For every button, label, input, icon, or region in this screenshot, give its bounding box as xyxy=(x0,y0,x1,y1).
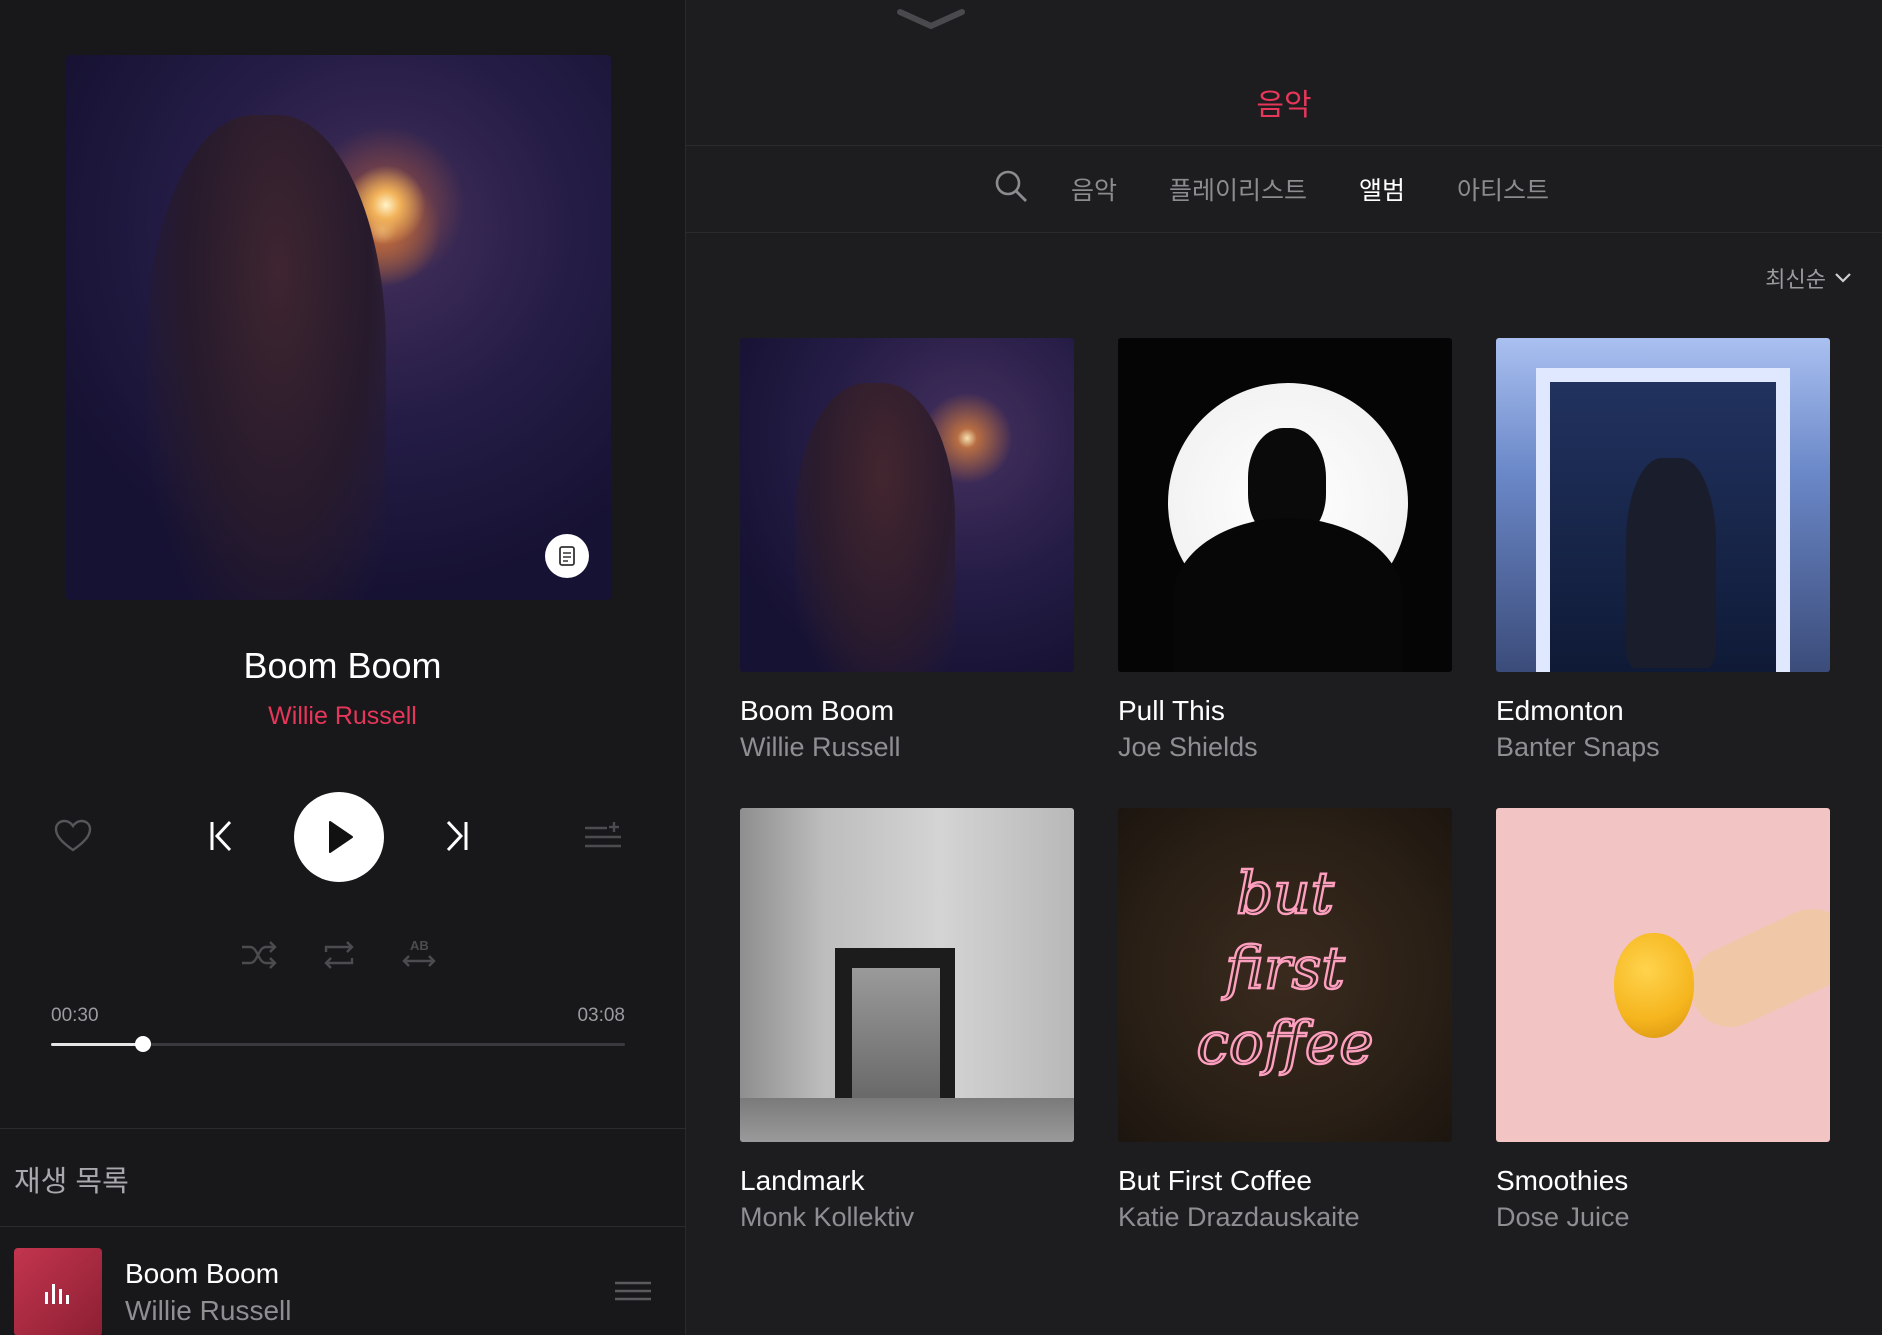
sort-label: 최신순 xyxy=(1765,267,1826,292)
tabs-divider xyxy=(686,232,1882,233)
album-artist: Dose Juice xyxy=(1496,1202,1630,1232)
album-card[interactable]: Landmark Monk Kollektiv xyxy=(740,808,1074,1232)
repeat-icon xyxy=(324,941,354,969)
album-title: Pull This xyxy=(1118,695,1225,726)
album-title: Smoothies xyxy=(1496,1165,1629,1196)
tab-music[interactable]: 음악 xyxy=(1071,171,1117,207)
album-cover xyxy=(1496,338,1830,672)
sort-dropdown[interactable]: 최신순 xyxy=(1765,262,1852,294)
album-cover xyxy=(740,808,1074,1142)
album-cover xyxy=(1496,808,1830,1142)
progress-knob[interactable] xyxy=(134,1036,151,1052)
queue-header-divider xyxy=(0,1226,685,1227)
album-cover xyxy=(740,338,1074,672)
repeat-button[interactable] xyxy=(318,935,360,975)
add-to-queue-icon xyxy=(585,822,621,848)
total-duration: 03:08 xyxy=(577,1005,625,1026)
search-icon xyxy=(995,170,1027,202)
album-card[interactable]: Edmonton Banter Snaps xyxy=(1496,338,1830,762)
skip-previous-icon xyxy=(210,820,232,852)
album-artist: Monk Kollektiv xyxy=(740,1202,915,1232)
progress-slider[interactable] xyxy=(51,1036,625,1052)
heart-icon xyxy=(54,819,92,852)
progress-fill xyxy=(51,1043,143,1046)
queue-item-artist: Willie Russell xyxy=(125,1295,292,1326)
play-button[interactable] xyxy=(294,792,384,882)
collapse-button[interactable] xyxy=(896,4,966,37)
now-playing-artist[interactable]: Willie Russell xyxy=(0,702,685,731)
queue-title: 재생 목록 xyxy=(14,1166,129,1198)
svg-text:but: but xyxy=(1236,859,1334,927)
album-artist: Banter Snaps xyxy=(1496,732,1660,762)
ab-repeat-icon: AB xyxy=(402,938,436,967)
add-to-queue-button[interactable] xyxy=(580,815,626,857)
header-divider xyxy=(686,145,1882,146)
queue-item[interactable]: Boom Boom Willie Russell xyxy=(0,1230,685,1335)
album-card[interactable]: Boom Boom Willie Russell xyxy=(740,338,1074,762)
album-title: Landmark xyxy=(740,1165,865,1196)
lyrics-button[interactable] xyxy=(545,534,589,578)
album-artist: Willie Russell xyxy=(740,732,901,762)
album-cover: but first coffee xyxy=(1118,808,1452,1142)
queue-item-title: Boom Boom xyxy=(125,1258,280,1289)
library-header-title: 음악 xyxy=(1256,89,1312,122)
album-card[interactable]: Smoothies Dose Juice xyxy=(1496,808,1830,1232)
elapsed-time: 00:30 xyxy=(51,1005,99,1026)
chevron-down-icon xyxy=(897,9,965,30)
skip-next-icon xyxy=(446,820,468,852)
shuffle-button[interactable] xyxy=(238,935,280,975)
equalizer-icon xyxy=(45,1284,69,1304)
album-cover xyxy=(1118,338,1452,672)
shuffle-icon xyxy=(242,941,277,969)
neon-sign-art: but first coffee xyxy=(1195,858,1375,1078)
tab-playlists[interactable]: 플레이리스트 xyxy=(1169,171,1307,207)
album-artist: Joe Shields xyxy=(1118,732,1258,762)
lyrics-doc-icon xyxy=(559,546,575,566)
album-title: But First Coffee xyxy=(1118,1165,1313,1196)
now-playing-title: Boom Boom xyxy=(243,645,442,686)
search-button[interactable] xyxy=(993,168,1029,209)
previous-button[interactable] xyxy=(200,815,242,857)
next-button[interactable] xyxy=(436,815,478,857)
svg-text:first: first xyxy=(1221,934,1345,1002)
library-panel: 음악 음악 플레이리스트 앨범 아티스트 최신순 Boom Boom Willi… xyxy=(686,0,1882,1335)
ab-repeat-button[interactable]: AB xyxy=(398,935,440,975)
tab-artists[interactable]: 아티스트 xyxy=(1457,171,1549,207)
album-title: Boom Boom xyxy=(740,695,895,726)
album-title: Edmonton xyxy=(1496,695,1624,726)
tab-albums[interactable]: 앨범 xyxy=(1359,171,1405,207)
svg-text:coffee: coffee xyxy=(1196,1009,1373,1077)
play-icon xyxy=(329,821,353,853)
now-playing-panel: Boom Boom Willie Russell AB 00:30 03:08 … xyxy=(0,0,686,1335)
now-playing-cover-art xyxy=(66,55,611,600)
queue-divider xyxy=(0,1128,685,1129)
drag-handle-icon xyxy=(615,1281,651,1301)
drag-handle[interactable] xyxy=(615,1280,651,1307)
album-card[interactable]: Pull This Joe Shields xyxy=(1118,338,1452,762)
queue-item-thumbnail xyxy=(14,1248,102,1335)
library-tabs: 음악 플레이리스트 앨범 아티스트 xyxy=(686,168,1882,209)
album-card[interactable]: but first coffee But First Coffee Katie … xyxy=(1118,808,1452,1232)
favorite-button[interactable] xyxy=(52,815,94,857)
album-artist: Katie Drazdauskaite xyxy=(1118,1202,1360,1232)
svg-text:AB: AB xyxy=(410,938,429,953)
chevron-down-icon xyxy=(1835,273,1851,283)
